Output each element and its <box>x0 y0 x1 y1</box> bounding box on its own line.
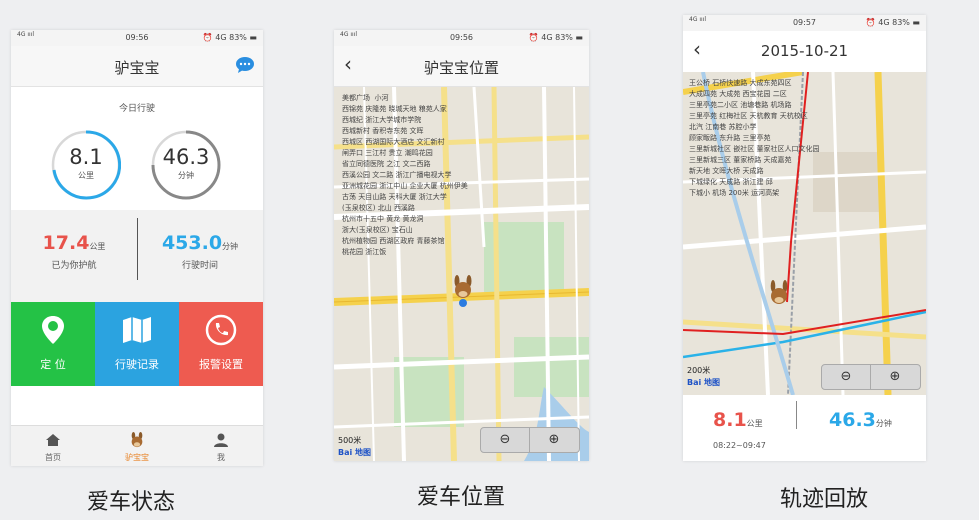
totals-row: 17.4公里 已为你护航 453.0分钟 行驶时间 <box>11 210 263 302</box>
location-screen: 4G ıııl 09:56 ⏰ 4G 83% ▬ ‹ 驴宝宝位置 美都广场 小河… <box>334 30 589 461</box>
top-bar: 驴宝宝 <box>11 46 263 87</box>
user-icon <box>214 433 228 447</box>
map-labels: 美都广场 小河 西锦苑 庆隆苑 晓城天地 粮苑人家 西城纪 浙江大学城市学院 西… <box>342 94 468 256</box>
total-distance-label: 已为你护航 <box>51 261 97 271</box>
trip-distance-unit: 公里 <box>746 419 763 428</box>
today-label: 今日行驶 <box>118 104 155 114</box>
donkey-marker-icon[interactable] <box>450 275 476 309</box>
trip-log-button[interactable]: 行驶记录 <box>95 302 179 386</box>
distance-ring: 8.1 公里 <box>51 130 121 200</box>
zoom-in-icon[interactable]: ⊕ <box>871 366 919 388</box>
page-title: 驴宝宝位置 <box>423 59 499 77</box>
bottom-tab-bar: 首页 驴宝宝 我 <box>11 425 263 466</box>
trip-summary: 8.1公里 46.3分钟 08:22~09:47 <box>683 395 926 461</box>
tab-me-label: 我 <box>217 453 225 462</box>
tab-home[interactable]: 首页 <box>11 426 95 463</box>
total-distance-unit: 公里 <box>89 242 106 251</box>
distance-ring-arc <box>51 130 121 200</box>
locate-label: 定 位 <box>40 358 66 371</box>
page-title: 2015-10-21 <box>760 42 849 60</box>
donkey-marker-icon[interactable] <box>767 280 791 310</box>
locate-button[interactable]: 定 位 <box>11 302 95 386</box>
caption-track: 轨迹回放 <box>779 487 868 512</box>
battery-indicator: ⏰ 4G 83% ▬ <box>528 33 583 42</box>
trip-distance-value: 8.1 <box>713 409 747 431</box>
map-scale: 200米 <box>687 366 711 375</box>
tab-donkey-label: 驴宝宝 <box>125 453 149 462</box>
map-icon <box>123 317 151 343</box>
trip-duration: 46.3分钟 <box>829 409 892 431</box>
baidu-logo: Bai 地图 <box>687 378 721 387</box>
page-title: 驴宝宝 <box>114 59 160 77</box>
tab-home-label: 首页 <box>45 453 61 462</box>
battery-indicator: ⏰ 4G 83% ▬ <box>865 18 920 27</box>
total-time: 453.0分钟 行驶时间 <box>137 232 263 271</box>
total-distance: 17.4公里 已为你护航 <box>11 232 137 271</box>
alarm-settings-label: 报警设置 <box>199 358 243 371</box>
battery-indicator: ⏰ 4G 83% ▬ <box>202 33 257 42</box>
status-screen: 4G ıııl 09:56 ⏰ 4G 83% ▬ 驴宝宝 今日行驶 8.1 公里… <box>11 30 263 466</box>
track-playback-screen: 4G ıııl 09:57 ⏰ 4G 83% ▬ ‹ 2015-10-21 王公… <box>683 15 926 461</box>
map-scale: 500米 <box>338 436 362 445</box>
trip-log-label: 行驶记录 <box>115 358 159 371</box>
status-bar: 4G ıııl 09:56 ⏰ 4G 83% ▬ <box>11 30 263 46</box>
home-icon <box>46 434 60 446</box>
battery-label: 83% <box>229 33 247 42</box>
divider <box>796 401 797 429</box>
map-view[interactable]: 王公桥 石桥快速路 大成东苑四区 大成四苑 大成苑 西宝花园 二区 三里亭苑二小… <box>683 72 926 395</box>
trip-distance: 8.1公里 <box>713 409 763 431</box>
location-pin-icon <box>42 316 64 344</box>
tab-me[interactable]: 我 <box>179 426 263 463</box>
status-bar: 4G ıııl 09:57 ⏰ 4G 83% ▬ <box>683 15 926 31</box>
tab-donkey[interactable]: 驴宝宝 <box>95 426 179 463</box>
duration-ring-arc <box>151 130 221 200</box>
total-time-value: 453.0 <box>161 232 223 254</box>
top-bar: ‹ 2015-10-21 <box>683 31 926 71</box>
chat-bubble-icon[interactable] <box>235 56 255 74</box>
trip-time-range: 08:22~09:47 <box>713 441 766 450</box>
donkey-icon <box>131 432 143 448</box>
total-time-unit: 分钟 <box>222 242 239 251</box>
battery-label: 83% <box>555 33 573 42</box>
top-bar: ‹ 驴宝宝位置 <box>334 46 589 87</box>
alarm-settings-button[interactable]: 报警设置 <box>179 302 263 386</box>
duration-ring: 46.3 分钟 <box>151 130 221 200</box>
status-bar: 4G ıııl 09:56 ⏰ 4G 83% ▬ <box>334 30 589 46</box>
map-labels: 王公桥 石桥快速路 大成东苑四区 大成四苑 大成苑 西宝花园 二区 三里亭苑二小… <box>689 79 820 197</box>
zoom-in-icon[interactable]: ⊕ <box>530 429 578 451</box>
trip-duration-value: 46.3 <box>829 409 876 431</box>
trip-duration-unit: 分钟 <box>875 419 892 428</box>
baidu-logo: Bai 地图 <box>338 448 372 457</box>
zoom-control: ⊖ ⊕ <box>821 364 921 390</box>
action-tiles: 定 位 行驶记录 报警设置 <box>11 302 263 386</box>
zoom-out-icon[interactable]: ⊖ <box>822 366 870 388</box>
phone-icon <box>205 314 237 346</box>
total-distance-value: 17.4 <box>42 232 90 254</box>
caption-status: 爱车状态 <box>86 490 175 515</box>
caption-location: 爱车位置 <box>416 485 505 510</box>
zoom-control: ⊖ ⊕ <box>480 427 580 453</box>
zoom-out-icon[interactable]: ⊖ <box>481 429 529 451</box>
total-time-label: 行驶时间 <box>181 261 218 271</box>
battery-label: 83% <box>892 18 910 27</box>
map-view[interactable]: 美都广场 小河 西锦苑 庆隆苑 晓城天地 粮苑人家 西城纪 浙江大学城市学院 西… <box>334 87 589 461</box>
